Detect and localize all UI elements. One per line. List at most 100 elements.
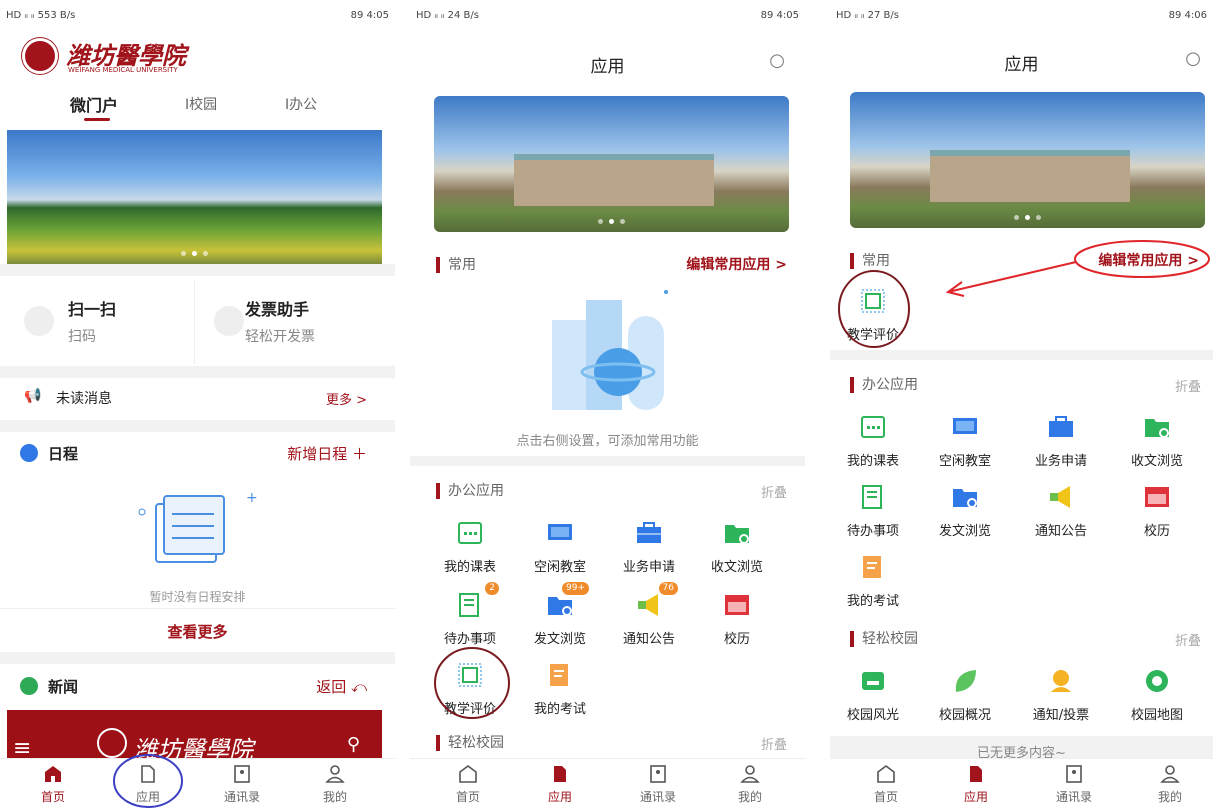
office-fold-button[interactable]: 折叠 [761, 482, 787, 501]
tab-home[interactable]: 首页 [23, 763, 83, 805]
todo-badge: 2 [485, 582, 499, 595]
bottom-tab-bar: 首页 应用 通讯录 我的 [0, 758, 395, 812]
add-schedule-button[interactable]: 新增日程 ＋ [287, 443, 367, 464]
app-my-exam[interactable]: 我的考试 [838, 552, 908, 609]
app-notice-vote[interactable]: 通知/投票 [1026, 666, 1096, 723]
tab-apps[interactable]: 应用 [946, 763, 1006, 805]
news-icon [20, 677, 38, 695]
app-notice[interactable]: 通知公告 [1026, 482, 1096, 539]
briefcase-icon [634, 518, 664, 548]
tab-home[interactable]: 首页 [438, 763, 498, 805]
app-campus-map[interactable]: 校园地图 [1122, 666, 1192, 723]
status-bar: HD ᵢₗ ᵢₗ 24 B/s 89 4:05 [416, 8, 799, 28]
tab-me[interactable]: 我的 [305, 763, 365, 805]
search-icon[interactable]: ○ [769, 50, 785, 71]
tab-contacts[interactable]: 通讯录 [1044, 763, 1104, 805]
campus-banner[interactable] [850, 92, 1205, 228]
annotation-arrow [945, 261, 1077, 297]
tab-contacts[interactable]: 通讯录 [628, 763, 688, 805]
schedule-title: 日程 [48, 445, 79, 463]
tab-campus[interactable]: I校园 [185, 94, 217, 114]
contacts-icon [234, 765, 250, 783]
edit-common-apps-link[interactable]: 编辑常用应用 > [686, 254, 787, 274]
campus-fold-button[interactable]: 折叠 [761, 734, 787, 753]
app-my-timetable[interactable]: 我的课表 [435, 518, 505, 575]
invoice-subtitle: 轻松开发票 [245, 329, 315, 345]
app-received-docs[interactable]: 收文浏览 [1122, 412, 1192, 469]
news-back-button[interactable]: 返回 ⤺ [316, 676, 367, 697]
office-fold-button[interactable]: 折叠 [1175, 376, 1201, 395]
tab-office[interactable]: I办公 [285, 94, 317, 114]
campus-label-text: 轻松校园 [862, 631, 918, 647]
scan-title[interactable]: 扫一扫 [68, 296, 116, 320]
todo-icon [858, 482, 888, 512]
app-free-classroom[interactable]: 空闲教室 [525, 518, 595, 575]
tab-home-label: 首页 [873, 790, 898, 804]
status-left: HD ᵢₗ ᵢₗ 553 B/s [6, 10, 76, 21]
app-todo[interactable]: 2 待办事项 [435, 582, 505, 647]
tab-home-label: 首页 [40, 790, 65, 804]
tab-apps-label: 应用 [547, 790, 572, 804]
app-business-apply[interactable]: 业务申请 [1026, 412, 1096, 469]
status-left: HD ᵢₗ ᵢₗ 27 B/s [836, 10, 899, 21]
tab-contacts-label: 通讯录 [639, 790, 676, 804]
bottom-tab-bar: 首页 应用 通讯录 我的 [410, 758, 805, 812]
news-banner[interactable]: ≡ 潍坊醫學院 ⚲ [7, 710, 382, 764]
common-label-text: 常用 [862, 253, 890, 269]
app-calendar[interactable]: 校历 [702, 590, 772, 647]
status-right: 89 4:05 [350, 10, 389, 21]
tab-contacts[interactable]: 通讯录 [212, 763, 272, 805]
page-title: 应用 [590, 57, 625, 77]
todo-icon: 2 [455, 582, 499, 620]
see-more-button[interactable]: 查看更多 [0, 621, 395, 642]
tab-me-label: 我的 [322, 790, 347, 804]
common-label: 常用 [850, 250, 890, 270]
app-my-exam[interactable]: 我的考试 [525, 660, 595, 717]
app-label: 校园概况 [938, 708, 991, 723]
app-campus-scenery[interactable]: 校园风光 [838, 666, 908, 723]
app-label: 收文浏览 [710, 560, 763, 575]
office-label-text: 办公应用 [862, 377, 918, 393]
campus-banner[interactable] [7, 130, 382, 264]
common-label-text: 常用 [448, 257, 476, 273]
app-label: 通知/投票 [1032, 708, 1090, 723]
app-label: 通知公告 [622, 632, 675, 647]
search-icon[interactable]: ○ [1185, 48, 1201, 69]
app-campus-overview[interactable]: 校园概况 [930, 666, 1000, 723]
app-label: 我的课表 [846, 454, 899, 469]
folder-upload-icon [950, 482, 980, 512]
exam-icon [545, 660, 575, 690]
invoice-title[interactable]: 发票助手 [245, 296, 309, 320]
tab-apps[interactable]: 应用 [530, 763, 590, 805]
app-free-classroom[interactable]: 空闲教室 [930, 412, 1000, 469]
campus-fold-button[interactable]: 折叠 [1175, 630, 1201, 649]
campus-banner[interactable] [434, 96, 789, 232]
app-label: 收文浏览 [1130, 454, 1183, 469]
app-received-docs[interactable]: 收文浏览 [702, 518, 772, 575]
tab-home[interactable]: 首页 [856, 763, 916, 805]
store-icon [858, 666, 888, 696]
app-todo[interactable]: 待办事项 [838, 482, 908, 539]
monitor-icon [545, 518, 575, 548]
annotation-circle [434, 647, 510, 719]
unread-more-link[interactable]: 更多 > [326, 389, 367, 408]
tab-me[interactable]: 我的 [1140, 763, 1200, 805]
search-icon[interactable]: ⚲ [347, 734, 360, 755]
apps-screen-configured: HD ᵢₗ ᵢₗ 27 B/s 89 4:06 应用 ○ 常用 编辑常用应用 >… [830, 0, 1213, 812]
app-notice[interactable]: 76 通知公告 [614, 582, 684, 647]
app-sent-docs[interactable]: 发文浏览 [930, 482, 1000, 539]
app-business-apply[interactable]: 业务申请 [614, 518, 684, 575]
tab-portal[interactable]: 微门户 [70, 92, 118, 116]
tab-home-label: 首页 [455, 790, 480, 804]
app-label: 发文浏览 [938, 524, 991, 539]
bottom-tab-bar: 首页 应用 通讯录 我的 [830, 758, 1213, 812]
app-my-timetable[interactable]: 我的课表 [838, 412, 908, 469]
tab-me[interactable]: 我的 [720, 763, 780, 805]
app-sent-docs[interactable]: 99+ 发文浏览 [525, 582, 595, 647]
home-icon [877, 765, 895, 783]
app-label: 业务申请 [1034, 454, 1087, 469]
campus-label: 轻松校园 [850, 628, 918, 648]
apps-doc-icon [554, 766, 566, 782]
app-calendar[interactable]: 校历 [1122, 482, 1192, 539]
status-right: 89 4:06 [1168, 10, 1207, 21]
